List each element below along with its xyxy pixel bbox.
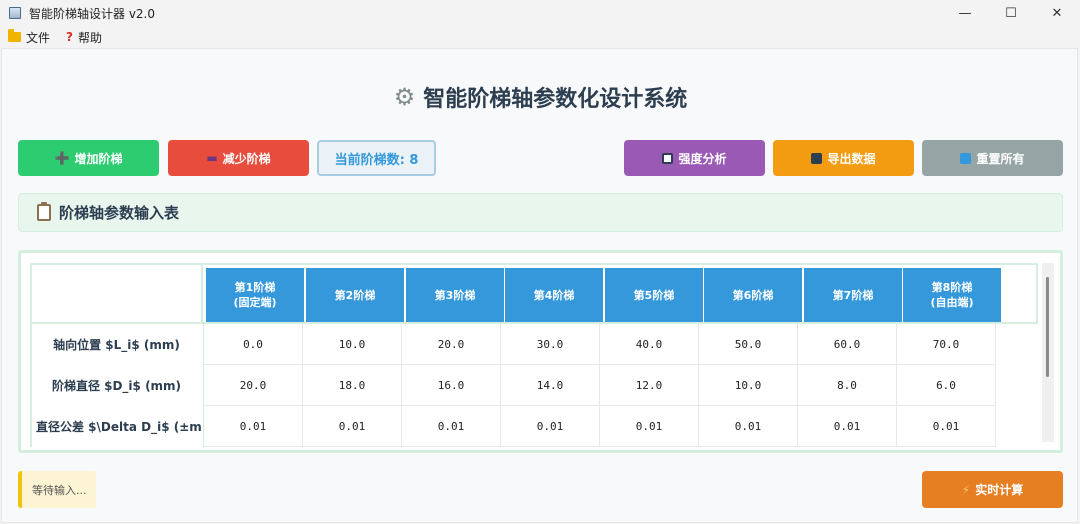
table-cell[interactable]: 50.0 [699, 324, 798, 365]
reset-all-button[interactable]: 重置所有 [922, 140, 1063, 176]
column-header: 第4阶梯 [505, 268, 603, 322]
table-header-row: 第1阶梯 (固定端) 第2阶梯 第3阶梯 第4阶梯 第5阶梯 第6阶梯 第7阶梯… [203, 263, 1038, 324]
main-content: ⚙ 智能阶梯轴参数化设计系统 ➕ 增加阶梯 ▬ 减少阶梯 当前阶梯数: 8 强度… [1, 48, 1078, 523]
table-cell[interactable]: 18.0 [303, 365, 402, 406]
save-icon [811, 152, 823, 164]
table-cell[interactable]: 0.01 [897, 406, 996, 447]
column-header: 第3阶梯 [406, 268, 504, 322]
table-cell[interactable]: 6.0 [897, 365, 996, 406]
menu-help-label: 帮助 [77, 30, 102, 45]
plus-icon: ➕ [54, 151, 70, 165]
minimize-button[interactable]: — [942, 0, 988, 26]
status-message: 等待输入... [18, 471, 96, 508]
table-cell[interactable]: 60.0 [798, 324, 897, 365]
table-cell[interactable]: 0.01 [600, 406, 699, 447]
realtime-calc-label: 实时计算 [975, 483, 1024, 497]
table-cell[interactable]: 10.0 [699, 365, 798, 406]
minus-icon: ▬ [206, 151, 218, 165]
column-header: 第5阶梯 [605, 268, 703, 322]
table-cell[interactable]: 70.0 [897, 324, 996, 365]
gear-icon: ⚙ [393, 83, 416, 111]
column-header: 第7阶梯 [804, 268, 902, 322]
table-cell[interactable]: 0.0 [204, 324, 303, 365]
column-header: 第2阶梯 [306, 268, 404, 322]
column-header: 第6阶梯 [704, 268, 802, 322]
window-title: 智能阶梯轴设计器 v2.0 [29, 6, 156, 21]
add-step-label: 增加阶梯 [74, 151, 123, 166]
question-icon: ? [66, 30, 73, 44]
column-header: 第1阶梯 (固定端) [206, 268, 304, 322]
parameter-table: 第1阶梯 (固定端) 第2阶梯 第3阶梯 第4阶梯 第5阶梯 第6阶梯 第7阶梯… [18, 250, 1063, 453]
refresh-icon [960, 152, 972, 164]
chart-icon [662, 152, 674, 164]
table-cell[interactable]: 12.0 [600, 365, 699, 406]
window-controls: — ☐ ✕ [942, 0, 1080, 26]
title-bar: 智能阶梯轴设计器 v2.0 — ☐ ✕ [0, 0, 1080, 26]
clipboard-icon [37, 202, 51, 221]
row-header: 直径公差 $\Delta D_i$ (±mm) [30, 406, 201, 447]
table-cell[interactable]: 0.01 [402, 406, 501, 447]
table-cell[interactable]: 8.0 [798, 365, 897, 406]
page-title-text: 智能阶梯轴参数化设计系统 [423, 87, 688, 112]
maximize-button[interactable]: ☐ [988, 0, 1034, 26]
remove-step-label: 减少阶梯 [222, 151, 271, 166]
remove-step-button[interactable]: ▬ 减少阶梯 [168, 140, 309, 176]
folder-icon [8, 29, 21, 42]
scrollbar-thumb[interactable] [1046, 277, 1049, 377]
section-header: 阶梯轴参数输入表 [18, 193, 1063, 232]
column-header: 第8阶梯 (自由端) [903, 268, 1001, 322]
menu-help[interactable]: ? 帮助 [66, 29, 102, 46]
row-header: 阶梯直径 $D_i$ (mm) [30, 365, 201, 406]
table-cell[interactable]: 40.0 [600, 324, 699, 365]
export-data-label: 导出数据 [827, 151, 876, 166]
vertical-scrollbar[interactable] [1042, 263, 1054, 442]
table-cell[interactable]: 16.0 [402, 365, 501, 406]
add-step-button[interactable]: ➕ 增加阶梯 [18, 140, 159, 176]
close-button[interactable]: ✕ [1034, 0, 1080, 26]
realtime-calc-button[interactable]: ⚡ 实时计算 [922, 471, 1063, 508]
table-corner [30, 263, 203, 324]
strength-analysis-button[interactable]: 强度分析 [624, 140, 765, 176]
menu-file-label: 文件 [26, 30, 51, 45]
strength-analysis-label: 强度分析 [678, 151, 727, 166]
table-cell[interactable]: 0.01 [699, 406, 798, 447]
page-title: ⚙ 智能阶梯轴参数化设计系统 [2, 81, 1079, 113]
table-cell[interactable]: 0.01 [501, 406, 600, 447]
bolt-icon: ⚡ [961, 482, 971, 497]
section-title: 阶梯轴参数输入表 [59, 204, 180, 222]
table-cell[interactable]: 20.0 [204, 365, 303, 406]
table-body: 0.0 10.0 20.0 30.0 40.0 50.0 60.0 70.0 2… [203, 324, 1000, 448]
table-cell[interactable]: 0.01 [204, 406, 303, 447]
table-cell[interactable]: 0.01 [798, 406, 897, 447]
menu-file[interactable]: 文件 [8, 29, 50, 46]
step-count-display: 当前阶梯数: 8 [317, 140, 436, 176]
export-data-button[interactable]: 导出数据 [773, 140, 914, 176]
app-icon [9, 7, 21, 19]
menu-bar: 文件 ? 帮助 [0, 27, 1080, 47]
reset-all-label: 重置所有 [976, 151, 1025, 166]
row-header: 轴向位置 $L_i$ (mm) [30, 324, 201, 365]
table-cell[interactable]: 10.0 [303, 324, 402, 365]
table-cell[interactable]: 20.0 [402, 324, 501, 365]
table-cell[interactable]: 14.0 [501, 365, 600, 406]
table-cell[interactable]: 0.01 [303, 406, 402, 447]
table-cell[interactable]: 30.0 [501, 324, 600, 365]
